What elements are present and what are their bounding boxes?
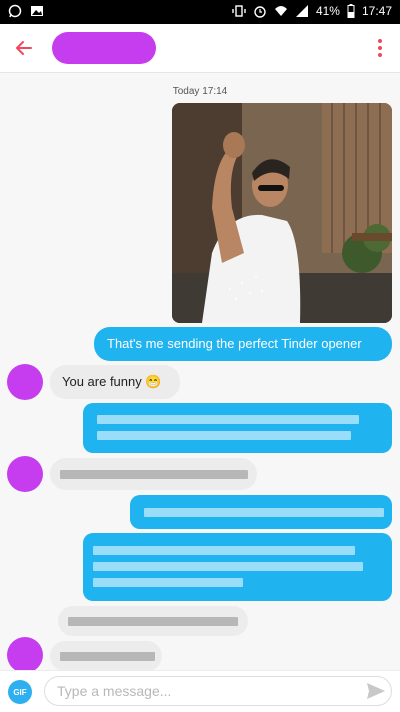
wifi-icon [274,6,287,16]
back-arrow-icon[interactable] [12,36,36,60]
incoming-message-redacted[interactable] [50,458,257,490]
match-avatar[interactable] [7,637,43,673]
redacted-text [97,415,359,424]
incoming-message-redacted[interactable] [50,641,162,671]
more-options-icon[interactable] [368,34,392,62]
redacted-text [93,562,363,571]
alarm-icon [254,6,266,18]
vibrate-icon [232,5,246,17]
redacted-text [93,578,243,587]
message-timestamp: Today 17:14 [172,86,228,97]
incoming-message-redacted[interactable] [58,606,248,636]
battery-percent: 41% [315,4,340,18]
gif-message-image[interactable] [172,103,392,323]
message-composer: GIF [0,670,400,712]
redacted-text [68,617,238,626]
message-input[interactable] [44,676,392,706]
outgoing-message-redacted[interactable] [83,533,392,601]
signal-icon [295,5,308,17]
chat-header [0,24,400,73]
send-icon[interactable] [366,682,386,700]
outgoing-message-redacted[interactable] [130,495,392,529]
redacted-text [93,546,355,555]
match-avatar[interactable] [7,364,43,400]
redacted-text [144,508,384,517]
match-avatar[interactable] [7,456,43,492]
match-name-redacted[interactable] [52,32,156,64]
gif-button[interactable]: GIF [8,680,32,704]
outgoing-message[interactable]: That's me sending the perfect Tinder ope… [94,327,392,361]
salt-bae-gif-illustration [172,103,392,323]
incoming-message[interactable]: You are funny 😁 [50,365,180,399]
image-icon [31,6,43,16]
outgoing-message-redacted[interactable] [83,403,392,453]
message-text: You are funny 😁 [62,374,162,389]
redacted-text [60,470,248,479]
status-bar: 41% 17:47 [0,0,400,24]
clock: 17:47 [361,4,392,18]
redacted-text [97,431,351,440]
redacted-text [60,652,155,661]
battery-icon [347,4,355,18]
whatsapp-icon [8,4,22,18]
message-text: That's me sending the perfect Tinder ope… [107,336,362,351]
